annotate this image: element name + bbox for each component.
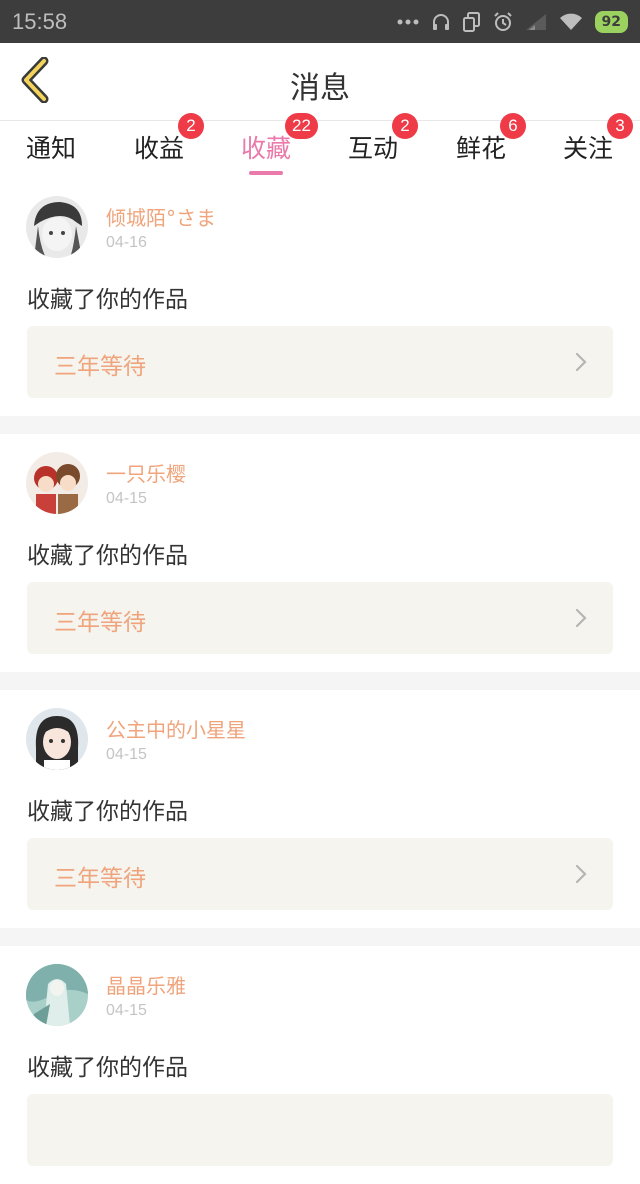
tab-favorites[interactable]: 收藏 22 (241, 113, 318, 177)
message-date: 04-16 (106, 234, 147, 251)
work-title: 三年等待 (54, 354, 146, 380)
username[interactable]: 倾城陌°さま (106, 202, 216, 231)
status-time: 15:58 (12, 8, 68, 34)
more-dots-icon (397, 18, 419, 26)
tab-label: 关注 (563, 134, 614, 163)
battery-level: 92 (601, 13, 621, 30)
status-icons: 92 (397, 10, 628, 33)
page-title: 消息 (290, 71, 350, 106)
tab-bar: 通知 收益 2 收藏 22 互动 2 鲜花 6 关注 3 (0, 113, 640, 177)
tab-interaction[interactable]: 互动 2 (348, 113, 418, 177)
tab-label: 收益 (134, 134, 185, 163)
signal-icon (525, 13, 547, 31)
header: 消息 (0, 43, 640, 121)
copy-icon (462, 11, 481, 32)
tab-label: 通知 (26, 134, 77, 163)
tab-badge: 6 (500, 113, 526, 139)
username[interactable]: 公主中的小星星 (106, 714, 246, 743)
tab-notice[interactable]: 通知 (26, 129, 76, 177)
avatar[interactable] (26, 196, 88, 258)
work-link[interactable]: 三年等待 (27, 326, 613, 398)
message-list: 倾城陌°さま 04-16 收藏了你的作品 三年等待 一只乐樱 04-15 收藏了… (0, 178, 640, 1184)
divider (0, 672, 640, 690)
work-title: 三年等待 (54, 610, 146, 636)
tab-active-indicator (249, 171, 283, 175)
tab-earnings[interactable]: 收益 2 (134, 113, 204, 177)
divider (0, 416, 640, 434)
tab-label: 鲜花 (456, 134, 507, 163)
message-date: 04-15 (106, 1002, 147, 1019)
tab-label: 互动 (348, 134, 399, 163)
message-item: 晶晶乐雅 04-15 收藏了你的作品 (0, 946, 640, 1184)
work-title: 三年等待 (54, 866, 146, 892)
avatar[interactable] (26, 708, 88, 770)
work-link[interactable]: 三年等待 (27, 582, 613, 654)
chevron-right-icon (575, 352, 587, 376)
message-text: 收藏了你的作品 (27, 799, 188, 825)
tab-flowers[interactable]: 鲜花 6 (456, 113, 526, 177)
chevron-right-icon (575, 608, 587, 632)
message-date: 04-15 (106, 746, 147, 763)
message-item: 倾城陌°さま 04-16 收藏了你的作品 三年等待 (0, 178, 640, 416)
message-item: 公主中的小星星 04-15 收藏了你的作品 三年等待 (0, 690, 640, 928)
message-date: 04-15 (106, 490, 147, 507)
status-bar: 15:58 92 (0, 0, 640, 43)
wifi-icon (559, 13, 583, 31)
work-link[interactable] (27, 1094, 613, 1166)
tab-follow[interactable]: 关注 3 (563, 113, 633, 177)
alarm-icon (493, 11, 513, 32)
avatar[interactable] (26, 452, 88, 514)
tab-label: 收藏 (241, 134, 292, 163)
tab-badge: 2 (178, 113, 204, 139)
username[interactable]: 一只乐樱 (106, 458, 186, 487)
battery-icon: 92 (594, 10, 628, 33)
headset-icon (431, 12, 451, 32)
chevron-right-icon (575, 864, 587, 888)
work-link[interactable]: 三年等待 (27, 838, 613, 910)
tab-badge: 22 (285, 113, 318, 139)
divider (0, 928, 640, 946)
message-text: 收藏了你的作品 (27, 287, 188, 313)
message-text: 收藏了你的作品 (27, 1055, 188, 1081)
tab-badge: 2 (392, 113, 418, 139)
username[interactable]: 晶晶乐雅 (106, 970, 186, 999)
message-text: 收藏了你的作品 (27, 543, 188, 569)
avatar[interactable] (26, 964, 88, 1026)
tab-badge: 3 (607, 113, 633, 139)
message-item: 一只乐樱 04-15 收藏了你的作品 三年等待 (0, 434, 640, 672)
